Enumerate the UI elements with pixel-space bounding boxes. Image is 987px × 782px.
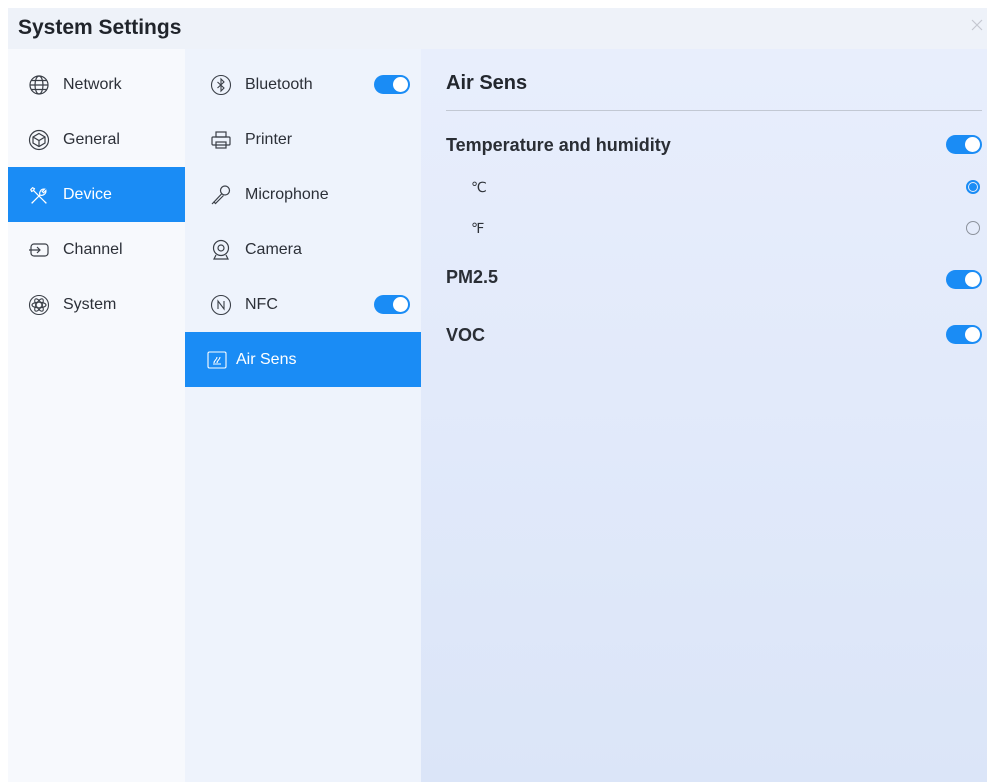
bluetooth-icon xyxy=(210,74,232,96)
cube-icon xyxy=(28,129,50,151)
bluetooth-toggle[interactable] xyxy=(374,75,410,94)
main-nav: Network General Device Channel System xyxy=(8,49,185,782)
tools-icon xyxy=(28,184,50,206)
nav-item-network[interactable]: Network xyxy=(8,57,185,112)
nav-item-device[interactable]: Device xyxy=(8,167,185,222)
nav-label-channel: Channel xyxy=(63,240,123,258)
title-bar: System Settings xyxy=(8,8,987,49)
close-icon[interactable] xyxy=(969,17,985,33)
submenu-item-bluetooth[interactable]: Bluetooth xyxy=(185,57,421,112)
temp-humidity-toggle[interactable] xyxy=(946,135,982,154)
settings-window: System Settings Network General Device C… xyxy=(8,8,987,782)
submenu-label-air-sens: Air Sens xyxy=(236,350,297,368)
air-sensor-icon xyxy=(207,350,227,369)
voc-toggle[interactable] xyxy=(946,325,982,344)
nav-label-network: Network xyxy=(63,75,122,93)
title-divider xyxy=(446,110,982,111)
celsius-radio[interactable] xyxy=(966,180,980,194)
celsius-label: ℃ xyxy=(471,179,487,195)
camera-icon xyxy=(210,239,232,261)
submenu-item-camera[interactable]: Camera xyxy=(185,222,421,277)
microphone-icon xyxy=(210,184,232,206)
nav-label-system: System xyxy=(63,295,117,313)
nav-item-system[interactable]: System xyxy=(8,277,185,332)
submenu-label-nfc: NFC xyxy=(245,295,278,313)
nfc-icon xyxy=(210,294,232,316)
submenu-label-microphone: Microphone xyxy=(245,185,329,203)
nav-label-general: General xyxy=(63,130,120,148)
submenu-label-bluetooth: Bluetooth xyxy=(245,75,313,93)
air-sens-pane: Air Sens Temperature and humidity ℃ ℉ PM… xyxy=(421,49,987,782)
submenu-label-camera: Camera xyxy=(245,240,302,258)
nav-item-general[interactable]: General xyxy=(8,112,185,167)
nfc-toggle[interactable] xyxy=(374,295,410,314)
nav-item-channel[interactable]: Channel xyxy=(8,222,185,277)
window-title: System Settings xyxy=(18,16,182,39)
submenu-item-nfc[interactable]: NFC xyxy=(185,277,421,332)
fahrenheit-label: ℉ xyxy=(471,220,485,236)
pane-title: Air Sens xyxy=(446,72,528,94)
voc-label: VOC xyxy=(446,325,486,345)
device-submenu: Bluetooth Printer Microphone Camera NFC … xyxy=(185,49,421,782)
submenu-item-air-sens[interactable]: Air Sens xyxy=(185,332,421,387)
printer-icon xyxy=(210,129,232,151)
submenu-label-printer: Printer xyxy=(245,130,293,148)
nav-label-device: Device xyxy=(63,185,112,203)
temp-humidity-label: Temperature and humidity xyxy=(446,135,671,155)
fahrenheit-radio[interactable] xyxy=(966,221,980,235)
pm25-toggle[interactable] xyxy=(946,270,982,289)
input-source-icon xyxy=(28,239,50,261)
submenu-item-microphone[interactable]: Microphone xyxy=(185,167,421,222)
pm25-label: PM2.5 xyxy=(446,267,499,287)
globe-icon xyxy=(28,74,50,96)
submenu-item-printer[interactable]: Printer xyxy=(185,112,421,167)
atom-icon xyxy=(28,294,50,316)
